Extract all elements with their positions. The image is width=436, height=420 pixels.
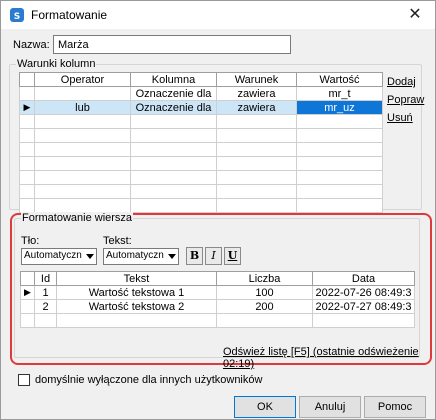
cell-text[interactable]: Wartość tekstowa 2 — [56, 299, 217, 314]
formatting-dialog: S Formatowanie ✕ Nazwa: Warunki kolumn O… — [0, 0, 436, 420]
column-conditions-header: Operator Kolumna Warunek Wartość — [19, 72, 383, 87]
empty-row — [19, 170, 383, 185]
table-row[interactable]: ▶ 1 Wartość tekstowa 1 100 2022-07-26 08… — [20, 285, 415, 300]
cell-operator[interactable] — [34, 86, 131, 101]
header-indicator — [19, 72, 35, 87]
preview-table[interactable]: Id Tekst Liczba Data ▶ 1 Wartość tekstow… — [20, 271, 415, 328]
help-button[interactable]: Pomoc — [364, 396, 426, 418]
header-operator[interactable]: Operator — [34, 72, 131, 87]
window-title: Formatowanie — [31, 8, 108, 22]
text-color-select[interactable]: Automatyczn — [103, 248, 179, 265]
cell-condition[interactable]: zawiera — [216, 86, 297, 101]
empty-row — [19, 184, 383, 199]
header-value[interactable]: Wartość — [296, 72, 383, 87]
cell-column[interactable]: Oznaczenie dla — [130, 86, 217, 101]
cell-id[interactable]: 1 — [34, 285, 57, 300]
delete-condition-link[interactable]: Usuń — [387, 112, 413, 124]
empty-row — [20, 313, 415, 328]
header-indicator — [20, 271, 35, 286]
background-label: Tło: — [21, 235, 40, 247]
background-color-select[interactable]: Automatyczn — [21, 248, 97, 265]
svg-text:S: S — [14, 12, 20, 22]
preview-header: Id Tekst Liczba Data — [20, 271, 415, 286]
close-icon[interactable]: ✕ — [405, 5, 425, 25]
name-label: Nazwa: — [13, 39, 50, 51]
bold-button[interactable]: B — [186, 247, 203, 265]
default-disabled-checkbox[interactable] — [18, 374, 30, 386]
cell-value[interactable]: mr_t — [296, 86, 383, 101]
app-icon: S — [10, 8, 24, 22]
column-conditions-table[interactable]: Operator Kolumna Warunek Wartość Oznacze… — [19, 72, 383, 213]
cell-number[interactable]: 200 — [216, 299, 313, 314]
header-id[interactable]: Id — [34, 271, 57, 286]
empty-row — [19, 128, 383, 143]
add-condition-link[interactable]: Dodaj — [387, 76, 416, 88]
cell-date[interactable]: 2022-07-26 08:49:3 — [312, 285, 415, 300]
italic-button[interactable]: I — [205, 247, 222, 265]
row-indicator — [20, 299, 35, 314]
cell-condition[interactable]: zawiera — [216, 100, 297, 115]
cell-number[interactable]: 100 — [216, 285, 313, 300]
cell-operator[interactable]: lub — [34, 100, 131, 115]
refresh-list-link[interactable]: Odśwież listę [F5] (ostatnie odświeżenie… — [223, 346, 435, 370]
background-color-value: Automatyczn — [24, 250, 82, 261]
cell-date[interactable]: 2022-07-27 08:49:3 — [312, 299, 415, 314]
ok-button[interactable]: OK — [234, 396, 296, 418]
header-condition[interactable]: Warunek — [216, 72, 297, 87]
underline-button[interactable]: U — [224, 247, 241, 265]
cell-text[interactable]: Wartość tekstowa 1 — [56, 285, 217, 300]
empty-row — [19, 156, 383, 171]
header-number[interactable]: Liczba — [216, 271, 313, 286]
cell-value-focused[interactable]: mr_uz — [296, 100, 383, 115]
cell-column[interactable]: Oznaczenie dla — [130, 100, 217, 115]
cell-id[interactable]: 2 — [34, 299, 57, 314]
row-formatting-title: Formatowanie wiersza — [21, 212, 134, 224]
table-row[interactable]: Oznaczenie dla zawiera mr_t — [19, 86, 383, 101]
column-conditions-title: Warunki kolumn — [16, 58, 97, 70]
header-date[interactable]: Data — [312, 271, 415, 286]
header-column[interactable]: Kolumna — [130, 72, 217, 87]
chevron-down-icon — [168, 254, 176, 259]
empty-row — [19, 114, 383, 129]
table-row[interactable]: 2 Wartość tekstowa 2 200 2022-07-27 08:4… — [20, 299, 415, 314]
name-input[interactable] — [53, 35, 291, 54]
empty-row — [19, 142, 383, 157]
empty-row — [19, 198, 383, 213]
edit-condition-link[interactable]: Popraw — [387, 94, 424, 106]
text-color-label: Tekst: — [103, 235, 132, 247]
row-indicator — [19, 86, 35, 101]
header-text[interactable]: Tekst — [56, 271, 217, 286]
cancel-button[interactable]: Anuluj — [299, 396, 361, 418]
text-color-value: Automatyczn — [106, 250, 164, 261]
table-row-selected[interactable]: ▶ lub Oznaczenie dla zawiera mr_uz — [19, 100, 383, 115]
row-indicator: ▶ — [19, 100, 35, 115]
title-bar: S Formatowanie ✕ — [1, 1, 435, 29]
default-disabled-label: domyślnie wyłączone dla innych użytkowni… — [35, 374, 263, 386]
chevron-down-icon — [86, 254, 94, 259]
row-indicator: ▶ — [20, 285, 35, 300]
